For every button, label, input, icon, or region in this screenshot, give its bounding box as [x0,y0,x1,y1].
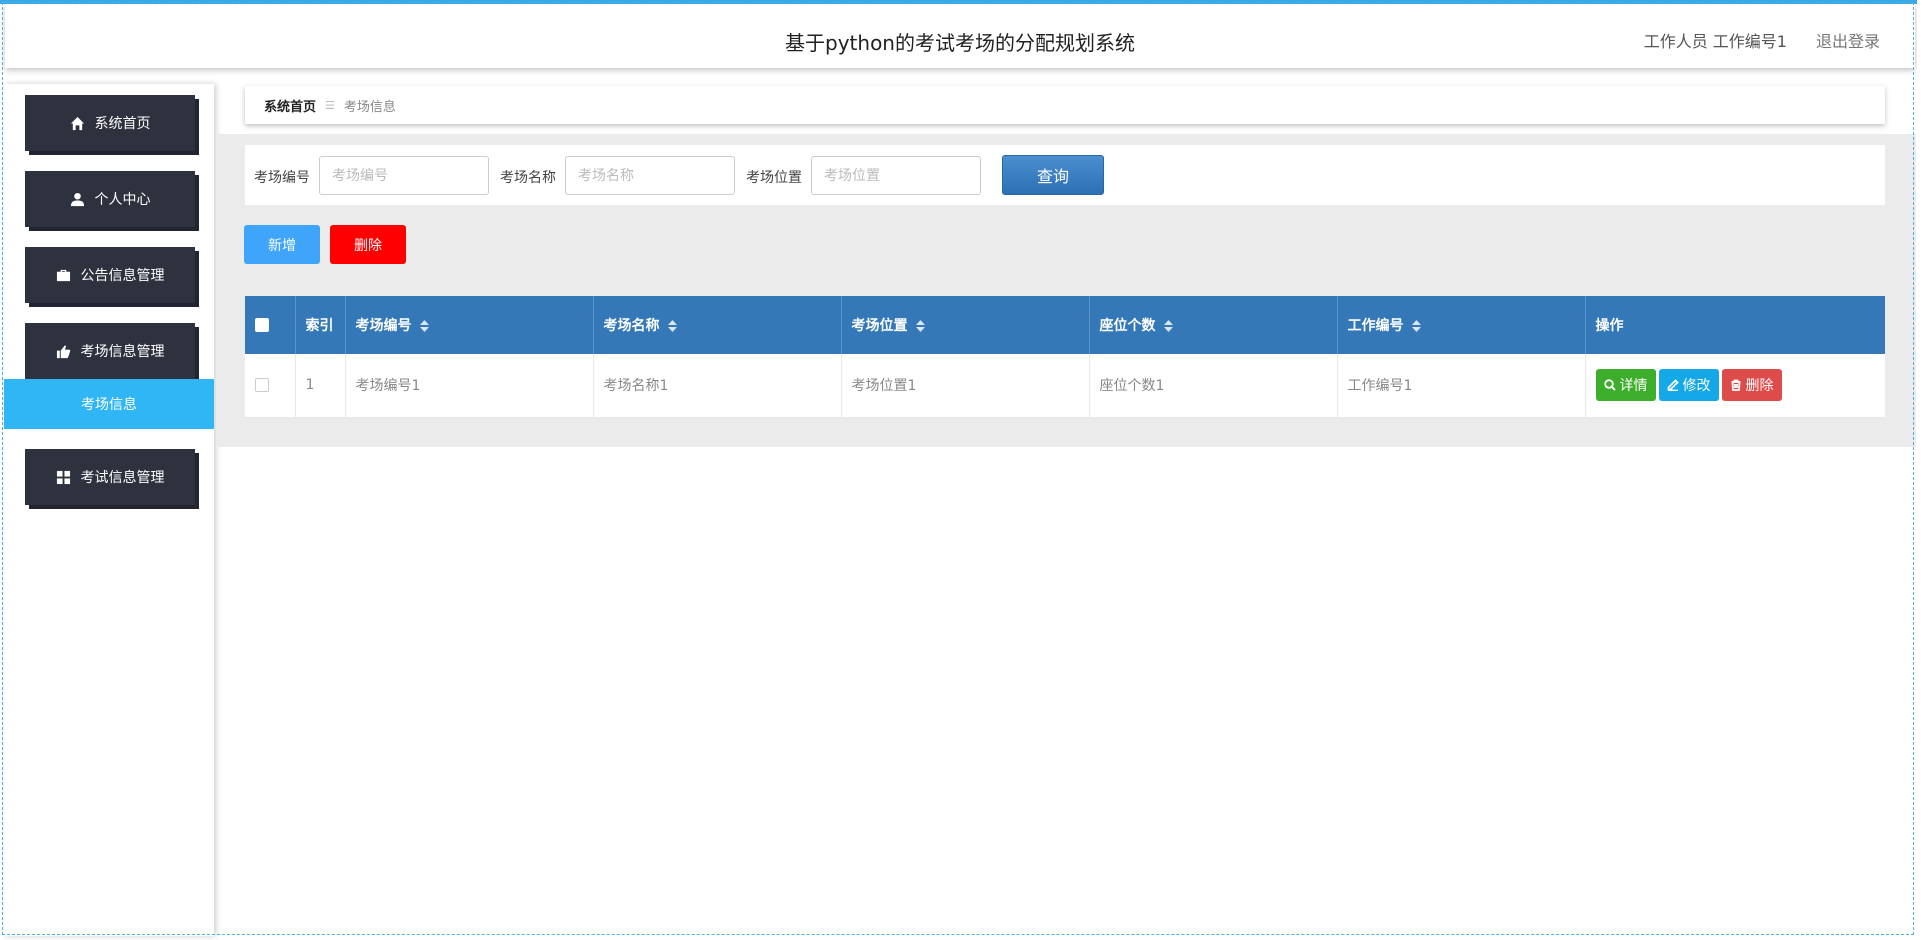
room-name-input[interactable] [565,156,735,195]
sort-icon[interactable] [667,320,677,332]
home-icon [70,116,84,130]
top-edge-bar [0,0,1925,4]
breadcrumb-home[interactable]: 系统首页 [264,96,316,115]
rooms-table: 索引 考场编号 考场名称 考场位置 座位个数 工作编号 操作 1 考场编号1 考… [245,296,1885,418]
user-icon [70,192,84,206]
top-header: 基于python的考试考场的分配规划系统 工作人员 工作编号1 退出登录 [5,4,1915,68]
sidebar-item-label: 个人中心 [94,192,151,208]
breadcrumb: 系统首页 ☰ 考场信息 [245,86,1885,124]
room-code-label: 考场编号 [254,170,310,186]
column-header-label: 考场编号 [355,318,412,334]
add-button[interactable]: 新增 [244,225,320,264]
sort-icon[interactable] [1411,320,1421,332]
column-header-actions: 操作 [1585,296,1885,354]
sidebar-item-notices[interactable]: 公告信息管理 [25,247,195,303]
grid-icon [56,470,70,484]
cell-index: 1 [295,354,346,418]
table-row: 1 考场编号1 考场名称1 考场位置1 座位个数1 工作编号1 详情 修改 删除 [245,354,1885,418]
sidebar-item-label: 系统首页 [94,116,151,132]
room-name-label: 考场名称 [500,170,556,186]
detail-label: 详情 [1619,378,1648,395]
cell-name: 考场名称1 [593,354,842,418]
sidebar-item-profile[interactable]: 个人中心 [25,171,195,227]
cell-staff: 工作编号1 [1337,354,1586,418]
column-header-label: 考场名称 [603,318,660,334]
breadcrumb-current: 考场信息 [343,99,396,115]
cell-location: 考场位置1 [841,354,1090,418]
cell-actions: 详情 修改 删除 [1585,354,1885,418]
pencil-icon [1667,379,1679,392]
sidebar: 系统首页 个人中心 公告信息管理 考场信息管理 考场信息 考试信息管理 [4,84,214,936]
column-header-label: 考场位置 [851,318,908,334]
column-header-index: 索引 [295,296,346,354]
right-edge-strip [1917,0,1925,940]
hand-icon [56,344,70,358]
trash-icon [1731,379,1740,392]
row-delete-label: 删除 [1745,378,1774,395]
briefcase-icon [56,269,70,281]
sidebar-subitem-room-info[interactable]: 考场信息 [4,379,214,429]
sort-icon[interactable] [419,320,429,332]
sidebar-item-label: 公告信息管理 [80,268,165,284]
row-delete-button[interactable]: 删除 [1721,369,1782,402]
edit-button[interactable]: 修改 [1658,369,1719,402]
column-header-seats[interactable]: 座位个数 [1089,296,1338,354]
column-header-code[interactable]: 考场编号 [345,296,594,354]
select-all-cell [245,296,296,354]
sort-icon[interactable] [1163,320,1173,332]
sidebar-item-exams[interactable]: 考试信息管理 [25,449,195,505]
room-location-input[interactable] [811,156,981,195]
row-select-cell [245,354,296,418]
column-header-name[interactable]: 考场名称 [593,296,842,354]
edit-label: 修改 [1682,378,1711,395]
row-checkbox[interactable] [255,378,269,393]
room-code-input[interactable] [319,156,489,195]
table-header-row: 索引 考场编号 考场名称 考场位置 座位个数 工作编号 操作 [245,296,1885,354]
breadcrumb-separator: ☰ [325,98,335,112]
query-button[interactable]: 查询 [1002,155,1104,195]
sidebar-item-rooms[interactable]: 考场信息管理 [25,323,195,379]
search-panel: 考场编号 考场名称 考场位置 查询 [245,145,1885,205]
sort-icon[interactable] [915,320,925,332]
logout-link[interactable]: 退出登录 [1816,28,1880,52]
cell-code: 考场编号1 [345,354,594,418]
sidebar-item-label: 考试信息管理 [80,470,165,486]
cell-seats: 座位个数1 [1089,354,1338,418]
sidebar-item-label: 考场信息管理 [80,344,165,360]
column-header-label: 座位个数 [1099,318,1156,334]
column-header-label: 工作编号 [1347,318,1404,334]
column-header-location[interactable]: 考场位置 [841,296,1090,354]
sidebar-item-home[interactable]: 系统首页 [25,95,195,151]
select-all-checkbox[interactable] [255,318,269,332]
app-title: 基于python的考试考场的分配规划系统 [785,31,1135,55]
detail-button[interactable]: 详情 [1595,369,1656,402]
column-header-staff[interactable]: 工作编号 [1337,296,1586,354]
search-icon [1603,379,1616,391]
room-location-label: 考场位置 [746,170,802,186]
current-user: 工作人员 工作编号1 [1643,32,1787,51]
delete-button[interactable]: 删除 [330,225,406,264]
